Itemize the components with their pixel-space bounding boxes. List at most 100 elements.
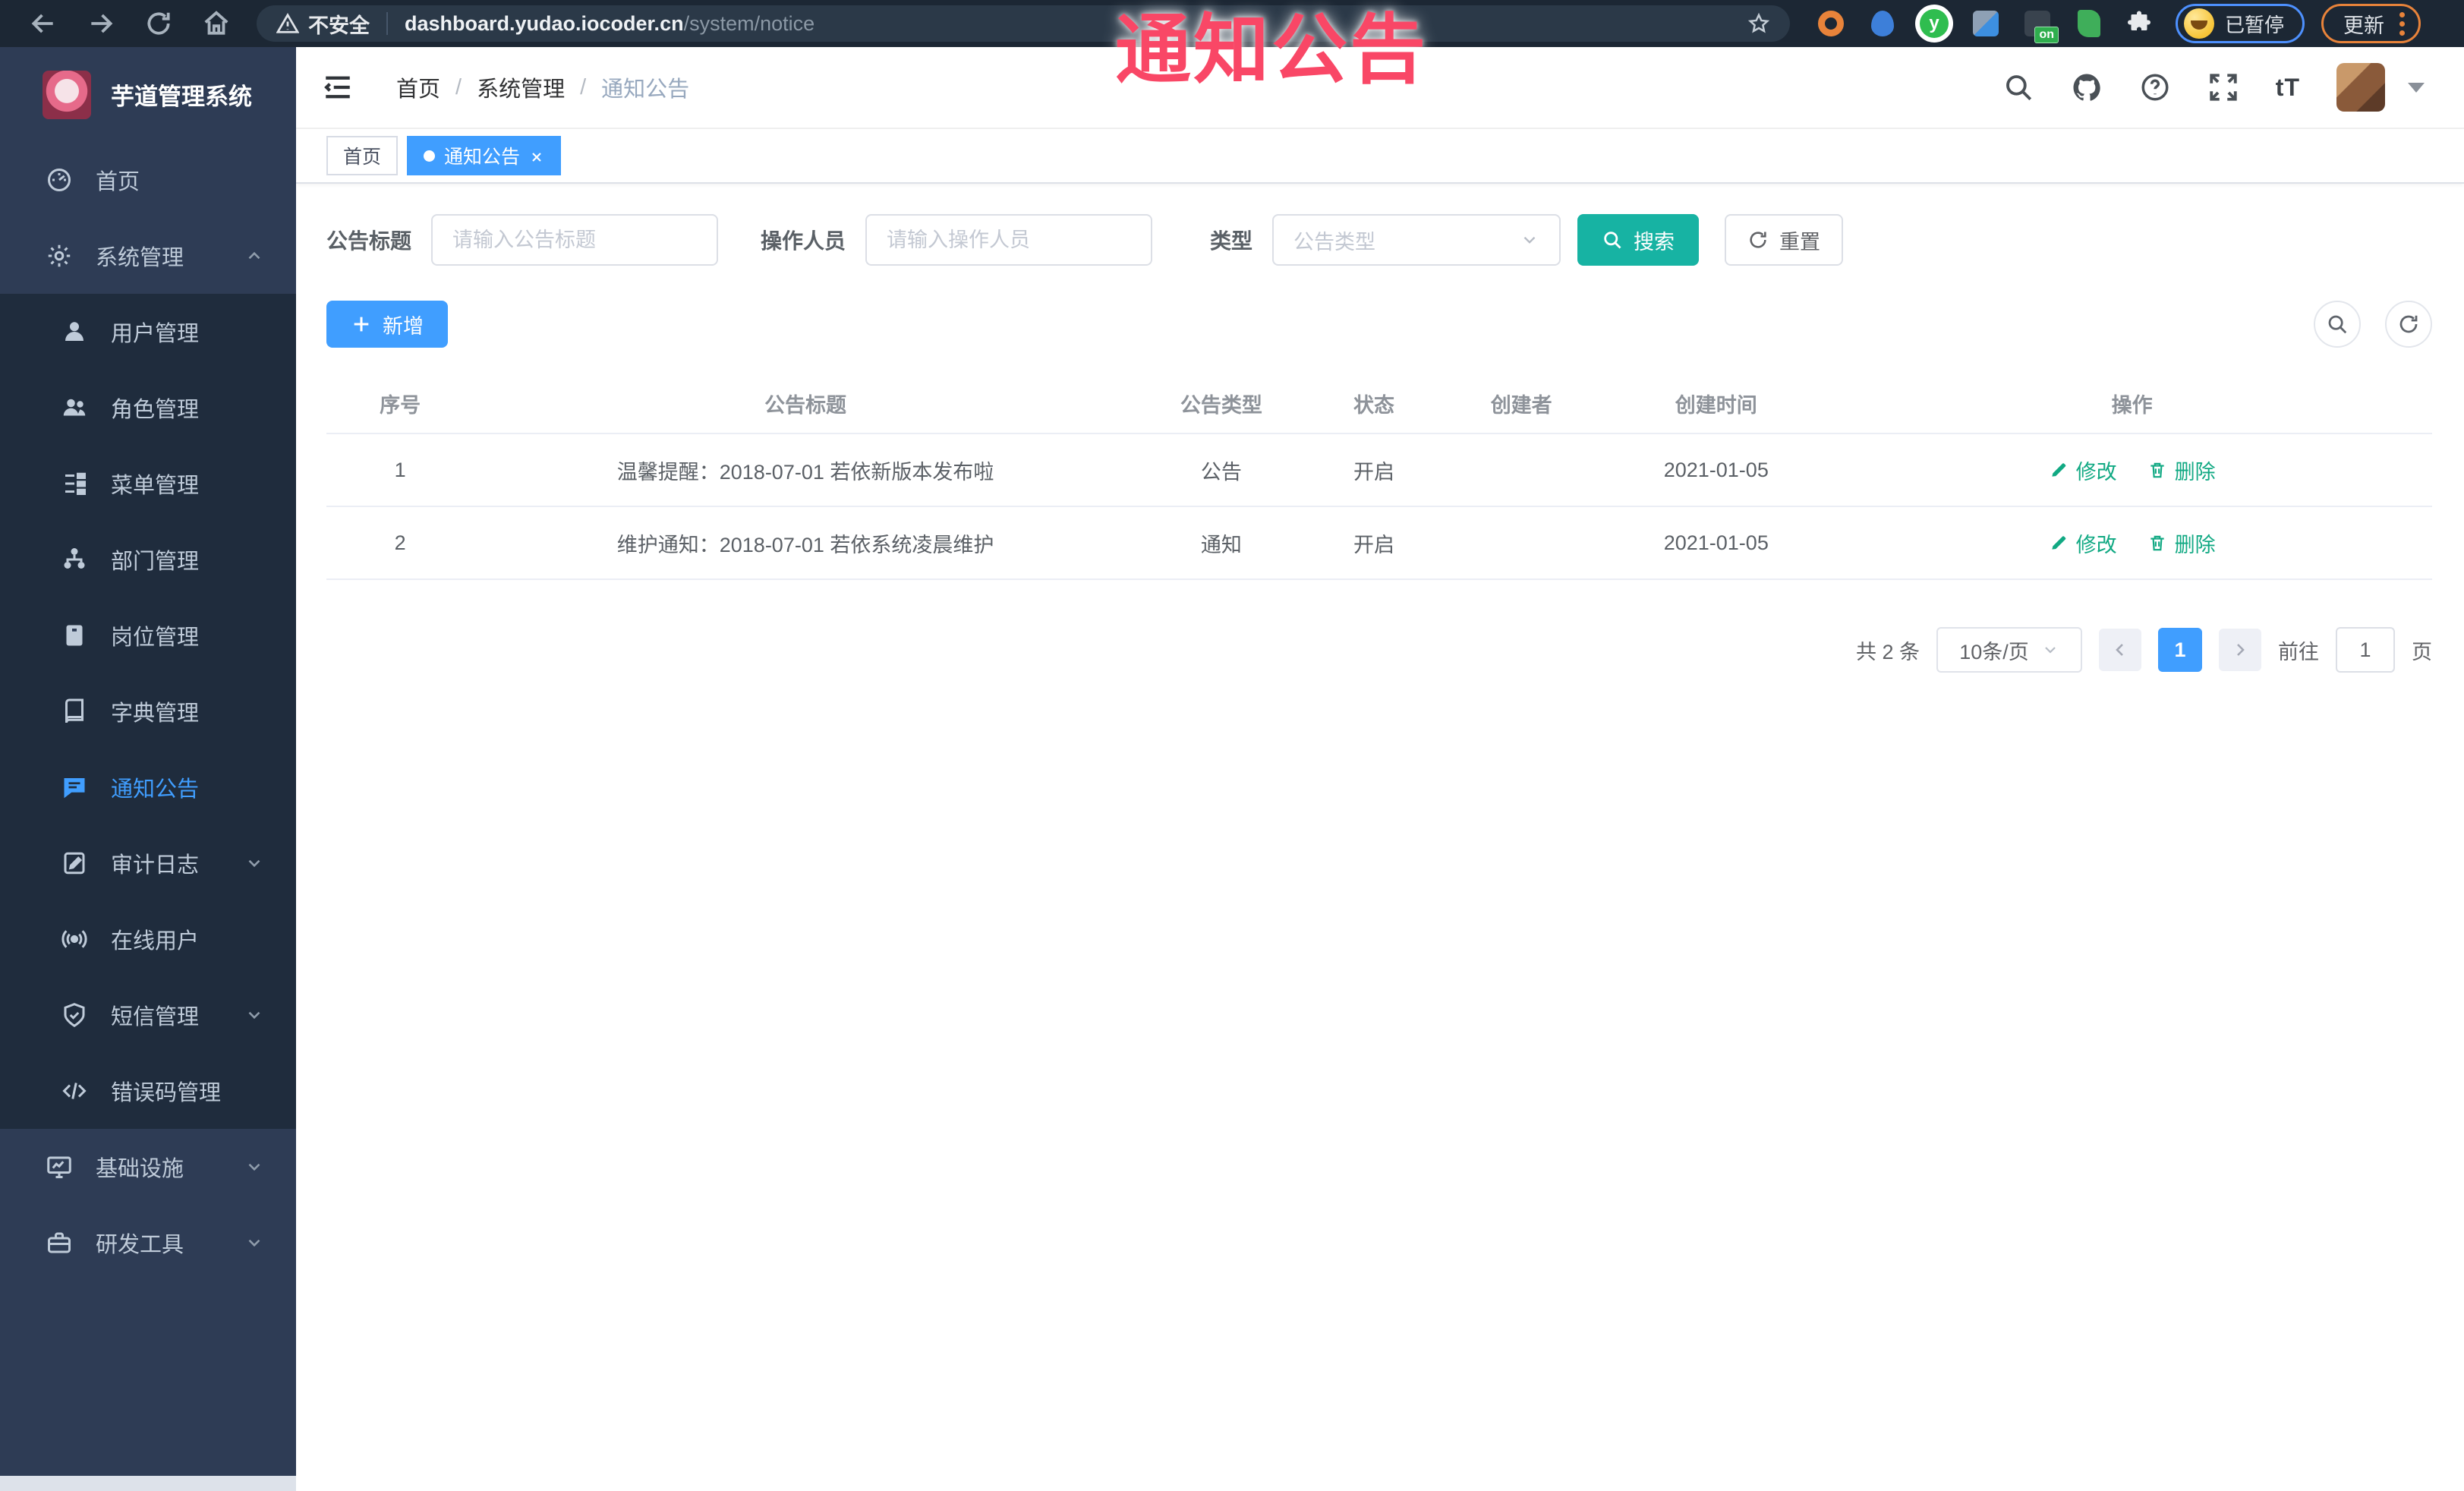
sidebar-item-sms[interactable]: 短信管理 [0, 977, 296, 1053]
sidebar-item-menus[interactable]: 菜单管理 [0, 446, 296, 522]
sidebar-item-dict[interactable]: 字典管理 [0, 673, 296, 749]
extension-on-icon[interactable]: on [2022, 8, 2059, 43]
address-bar[interactable]: 不安全 dashboard.yudao.iocoder.cn /system/n… [257, 5, 1790, 42]
refresh-icon-button[interactable] [2385, 301, 2432, 348]
search-icon[interactable] [2002, 71, 2034, 103]
breadcrumb-home[interactable]: 首页 [396, 71, 440, 103]
top-navbar: 首页 / 系统管理 / 通知公告 tT [296, 47, 2464, 129]
cell-created: 2021-01-05 [1663, 531, 1769, 554]
sidebar-item-audit-log[interactable]: 审计日志 [0, 825, 296, 901]
extension-drop-icon[interactable] [1867, 8, 1898, 39]
home-icon[interactable] [202, 9, 231, 38]
chevron-down-icon [1520, 230, 1539, 250]
sidebar-item-departments[interactable]: 部门管理 [0, 522, 296, 597]
cell-operations: 修改 删除 [1832, 528, 2432, 558]
reload-icon[interactable] [144, 9, 173, 38]
sidebar-item-error-codes[interactable]: 错误码管理 [0, 1053, 296, 1129]
extension-plant-icon[interactable] [2074, 8, 2104, 39]
sidebar-item-posts[interactable]: 岗位管理 [0, 597, 296, 673]
add-button-label: 新增 [383, 314, 424, 338]
kebab-menu-icon[interactable] [2399, 11, 2406, 36]
delete-link[interactable]: 删除 [2147, 528, 2216, 558]
sidebar-item-notice[interactable]: 通知公告 [0, 749, 296, 825]
browser-update-button[interactable]: 更新 [2321, 4, 2421, 43]
sidebar-item-label: 短信管理 [111, 1005, 200, 1029]
extension-on-badge: on [2034, 27, 2059, 43]
extension-y-icon[interactable]: y [1919, 8, 1949, 39]
type-filter-label: 类型 [1210, 229, 1253, 253]
extensions-puzzle-icon[interactable] [2125, 10, 2153, 37]
goto-page-input[interactable] [2336, 627, 2395, 673]
delete-link[interactable]: 删除 [2147, 455, 2216, 485]
column-header: 创建时间 [1675, 393, 1757, 417]
dashboard-icon [46, 166, 73, 194]
forward-icon[interactable] [87, 9, 115, 38]
search-button-label: 搜索 [1634, 230, 1675, 254]
sidebar-item-system[interactable]: 系统管理 [0, 218, 296, 294]
sidebar-item-home[interactable]: 首页 [0, 142, 296, 218]
sidebar-item-label: 通知公告 [111, 777, 200, 802]
prev-page-button[interactable] [2099, 629, 2141, 671]
edit-link[interactable]: 修改 [2049, 528, 2117, 558]
tag-label: 首页 [343, 147, 382, 168]
edit-link-label: 修改 [2075, 460, 2117, 484]
edit-link[interactable]: 修改 [2049, 455, 2117, 485]
browser-profile-button[interactable]: 已暂停 [2176, 4, 2305, 43]
bookmark-star-icon[interactable] [1747, 12, 1770, 35]
help-icon[interactable] [2139, 71, 2171, 103]
sidebar-item-roles[interactable]: 角色管理 [0, 370, 296, 446]
fullscreen-icon[interactable] [2207, 71, 2239, 103]
close-icon[interactable] [529, 148, 544, 163]
sidebar-item-users[interactable]: 用户管理 [0, 294, 296, 370]
table-toolbar: 新增 [326, 301, 2432, 348]
add-button[interactable]: 新增 [326, 301, 448, 348]
sidebar-item-infrastructure[interactable]: 基础设施 [0, 1129, 296, 1205]
tag-home[interactable]: 首页 [326, 136, 399, 175]
next-page-button[interactable] [2219, 629, 2261, 671]
sidebar-item-label: 首页 [96, 170, 140, 194]
page-size-value: 10条/页 [1959, 640, 2029, 664]
update-label: 更新 [2343, 14, 2385, 37]
font-size-icon[interactable]: tT [2276, 74, 2300, 102]
operator-filter-input[interactable] [865, 214, 1153, 266]
operator-filter-label: 操作人员 [761, 229, 846, 253]
main-area: 首页 / 系统管理 / 通知公告 tT 首页 通知公告 公告标题 请输入公告标题… [296, 47, 2464, 1491]
extension-grid-icon[interactable] [1971, 8, 2001, 39]
breadcrumb-current: 通知公告 [601, 77, 690, 102]
gear-icon [46, 242, 73, 270]
search-button[interactable]: 搜索 [1577, 214, 1700, 266]
table-row: 2 维护通知：2018-07-01 若依系统凌晨维护 通知 开启 2021-01… [326, 507, 2432, 580]
avatar-caret-icon[interactable] [2408, 82, 2425, 93]
app-logo-row[interactable]: 芋道管理系统 [0, 47, 296, 142]
sidebar-item-online-users[interactable]: 在线用户 [0, 901, 296, 977]
tag-label: 通知公告 [444, 147, 521, 168]
tag-notice-active[interactable]: 通知公告 [407, 136, 562, 175]
sidebar-item-label: 菜单管理 [111, 474, 200, 498]
profile-emoji-avatar [2184, 8, 2214, 39]
url-divider [386, 12, 388, 35]
screen: 不安全 dashboard.yudao.iocoder.cn /system/n… [0, 0, 2464, 1491]
cell-created: 2021-01-05 [1663, 458, 1769, 481]
sidebar-item-dev-tools[interactable]: 研发工具 [0, 1205, 296, 1281]
goto-label: 前往 [2278, 640, 2319, 664]
cell-operations: 修改 删除 [1832, 455, 2432, 485]
github-icon[interactable] [2071, 71, 2103, 103]
toggle-search-icon-button[interactable] [2314, 301, 2361, 348]
page-size-select[interactable]: 10条/页 [1936, 627, 2082, 673]
sidebar-menu: 首页 系统管理 用户管理 角色管理 菜单管理 部门管理 岗位管理 字典管理 通知… [0, 142, 296, 1281]
navbar-actions: tT [2002, 63, 2425, 112]
back-icon[interactable] [29, 9, 58, 38]
page-number-button[interactable]: 1 [2158, 628, 2202, 672]
sidebar-collapse-icon[interactable] [322, 71, 354, 103]
breadcrumb-system[interactable]: 系统管理 [477, 71, 565, 103]
delete-link-label: 删除 [2174, 460, 2216, 484]
menu-tree-icon [61, 470, 88, 497]
reset-button[interactable]: 重置 [1725, 214, 1844, 266]
type-filter-select[interactable]: 公告类型 [1272, 214, 1561, 266]
user-avatar[interactable] [2336, 63, 2385, 112]
cell-no: 2 [394, 531, 406, 554]
extension-ring-icon[interactable] [1816, 8, 1846, 39]
active-dot [424, 150, 436, 162]
sidebar-item-label: 角色管理 [111, 398, 200, 422]
title-filter-input[interactable] [431, 214, 719, 266]
